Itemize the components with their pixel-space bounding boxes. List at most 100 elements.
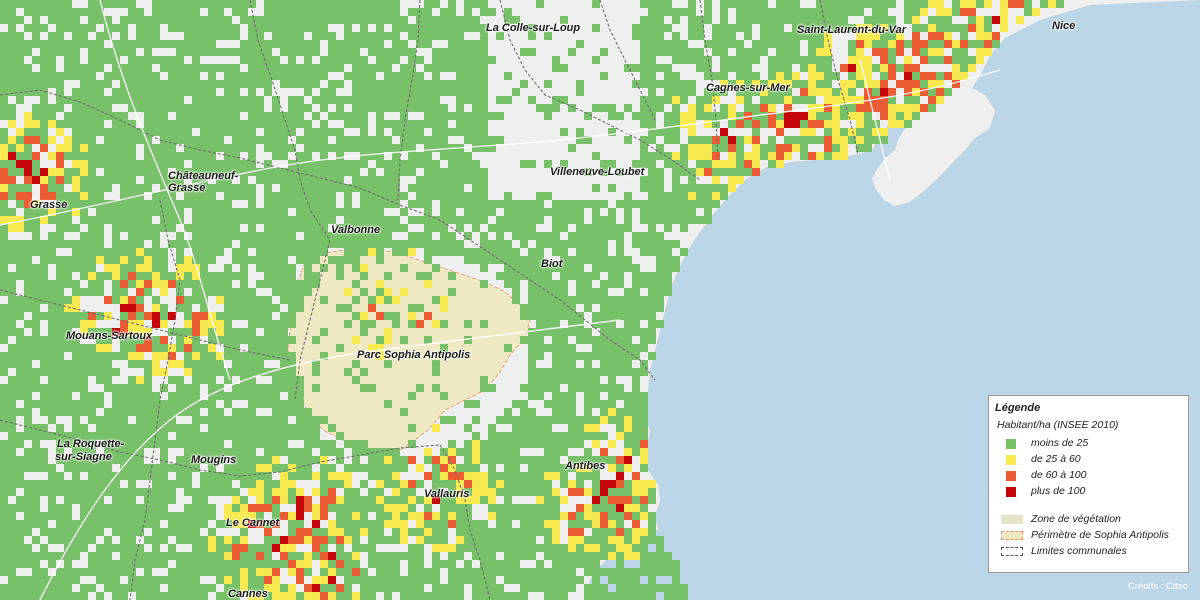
density-cell bbox=[144, 424, 152, 432]
density-cell bbox=[368, 472, 376, 480]
density-cell bbox=[280, 512, 288, 520]
density-cell bbox=[224, 432, 232, 440]
density-cell bbox=[64, 264, 72, 272]
density-cell bbox=[552, 312, 560, 320]
density-cell bbox=[456, 576, 464, 584]
density-cell bbox=[80, 176, 88, 184]
density-cell bbox=[432, 184, 440, 192]
density-cell bbox=[504, 248, 512, 256]
density-cell bbox=[544, 384, 552, 392]
density-cell bbox=[272, 96, 280, 104]
density-cell bbox=[216, 408, 224, 416]
density-cell bbox=[304, 536, 312, 544]
density-cell bbox=[240, 424, 248, 432]
density-cell bbox=[72, 256, 80, 264]
density-cell bbox=[728, 24, 736, 32]
density-cell bbox=[136, 16, 144, 24]
density-cell bbox=[472, 528, 480, 536]
density-cell bbox=[104, 360, 112, 368]
density-cell bbox=[88, 568, 96, 576]
density-map[interactable]: Nice La Colle-sur-Loup Saint-Laurent-du-… bbox=[0, 0, 1200, 600]
density-cell bbox=[0, 64, 8, 72]
density-cell bbox=[280, 448, 288, 456]
density-cell bbox=[544, 456, 552, 464]
density-cell bbox=[40, 344, 48, 352]
density-cell bbox=[232, 64, 240, 72]
density-cell bbox=[424, 24, 432, 32]
density-cell bbox=[0, 544, 8, 552]
density-cell bbox=[32, 272, 40, 280]
density-cell bbox=[480, 480, 488, 488]
density-cell bbox=[896, 64, 904, 72]
density-cell bbox=[104, 352, 112, 360]
density-cell bbox=[776, 64, 784, 72]
density-cell bbox=[488, 544, 496, 552]
density-cell bbox=[448, 480, 456, 488]
density-cell bbox=[40, 184, 48, 192]
density-cell bbox=[912, 24, 920, 32]
density-cell bbox=[192, 288, 200, 296]
density-cell bbox=[376, 16, 384, 24]
density-cell bbox=[496, 416, 504, 424]
density-cell bbox=[272, 8, 280, 16]
density-cell bbox=[408, 392, 416, 400]
density-cell bbox=[304, 528, 312, 536]
density-cell bbox=[384, 456, 392, 464]
density-cell bbox=[664, 136, 672, 144]
density-cell bbox=[88, 536, 96, 544]
density-cell bbox=[600, 568, 608, 576]
density-cell bbox=[104, 552, 112, 560]
density-cell bbox=[576, 224, 584, 232]
density-cell bbox=[248, 304, 256, 312]
density-cell bbox=[168, 392, 176, 400]
density-cell bbox=[0, 176, 8, 184]
density-cell bbox=[112, 256, 120, 264]
density-cell bbox=[256, 392, 264, 400]
density-cell bbox=[272, 488, 280, 496]
density-cell bbox=[200, 96, 208, 104]
density-cell bbox=[248, 344, 256, 352]
density-cell bbox=[152, 16, 160, 24]
density-cell bbox=[448, 416, 456, 424]
density-cell bbox=[280, 152, 288, 160]
density-cell bbox=[208, 352, 216, 360]
density-cell bbox=[560, 400, 568, 408]
density-cell bbox=[384, 536, 392, 544]
density-cell bbox=[120, 216, 128, 224]
density-cell bbox=[280, 552, 288, 560]
density-cell bbox=[80, 376, 88, 384]
density-cell bbox=[912, 112, 920, 120]
density-cell bbox=[160, 320, 168, 328]
density-cell bbox=[304, 72, 312, 80]
density-cell bbox=[0, 528, 8, 536]
density-cell bbox=[440, 248, 448, 256]
density-cell bbox=[664, 128, 672, 136]
density-cell bbox=[8, 40, 16, 48]
density-cell bbox=[328, 160, 336, 168]
density-cell bbox=[176, 432, 184, 440]
density-cell bbox=[616, 232, 624, 240]
density-cell bbox=[448, 248, 456, 256]
density-cell bbox=[272, 328, 280, 336]
density-cell bbox=[536, 336, 544, 344]
density-cell bbox=[544, 232, 552, 240]
density-cell bbox=[8, 456, 16, 464]
density-cell bbox=[392, 312, 400, 320]
density-cell bbox=[168, 240, 176, 248]
density-cell bbox=[72, 320, 80, 328]
density-cell bbox=[952, 24, 960, 32]
density-cell bbox=[472, 248, 480, 256]
density-cell bbox=[464, 152, 472, 160]
density-cell bbox=[632, 384, 640, 392]
density-cell bbox=[128, 80, 136, 88]
density-cell bbox=[192, 208, 200, 216]
density-cell bbox=[352, 248, 360, 256]
density-cell bbox=[296, 248, 304, 256]
density-cell bbox=[16, 360, 24, 368]
density-cell bbox=[264, 224, 272, 232]
density-cell bbox=[136, 456, 144, 464]
density-cell bbox=[328, 464, 336, 472]
density-cell bbox=[1000, 8, 1008, 16]
density-cell bbox=[56, 168, 64, 176]
density-cell bbox=[24, 416, 32, 424]
